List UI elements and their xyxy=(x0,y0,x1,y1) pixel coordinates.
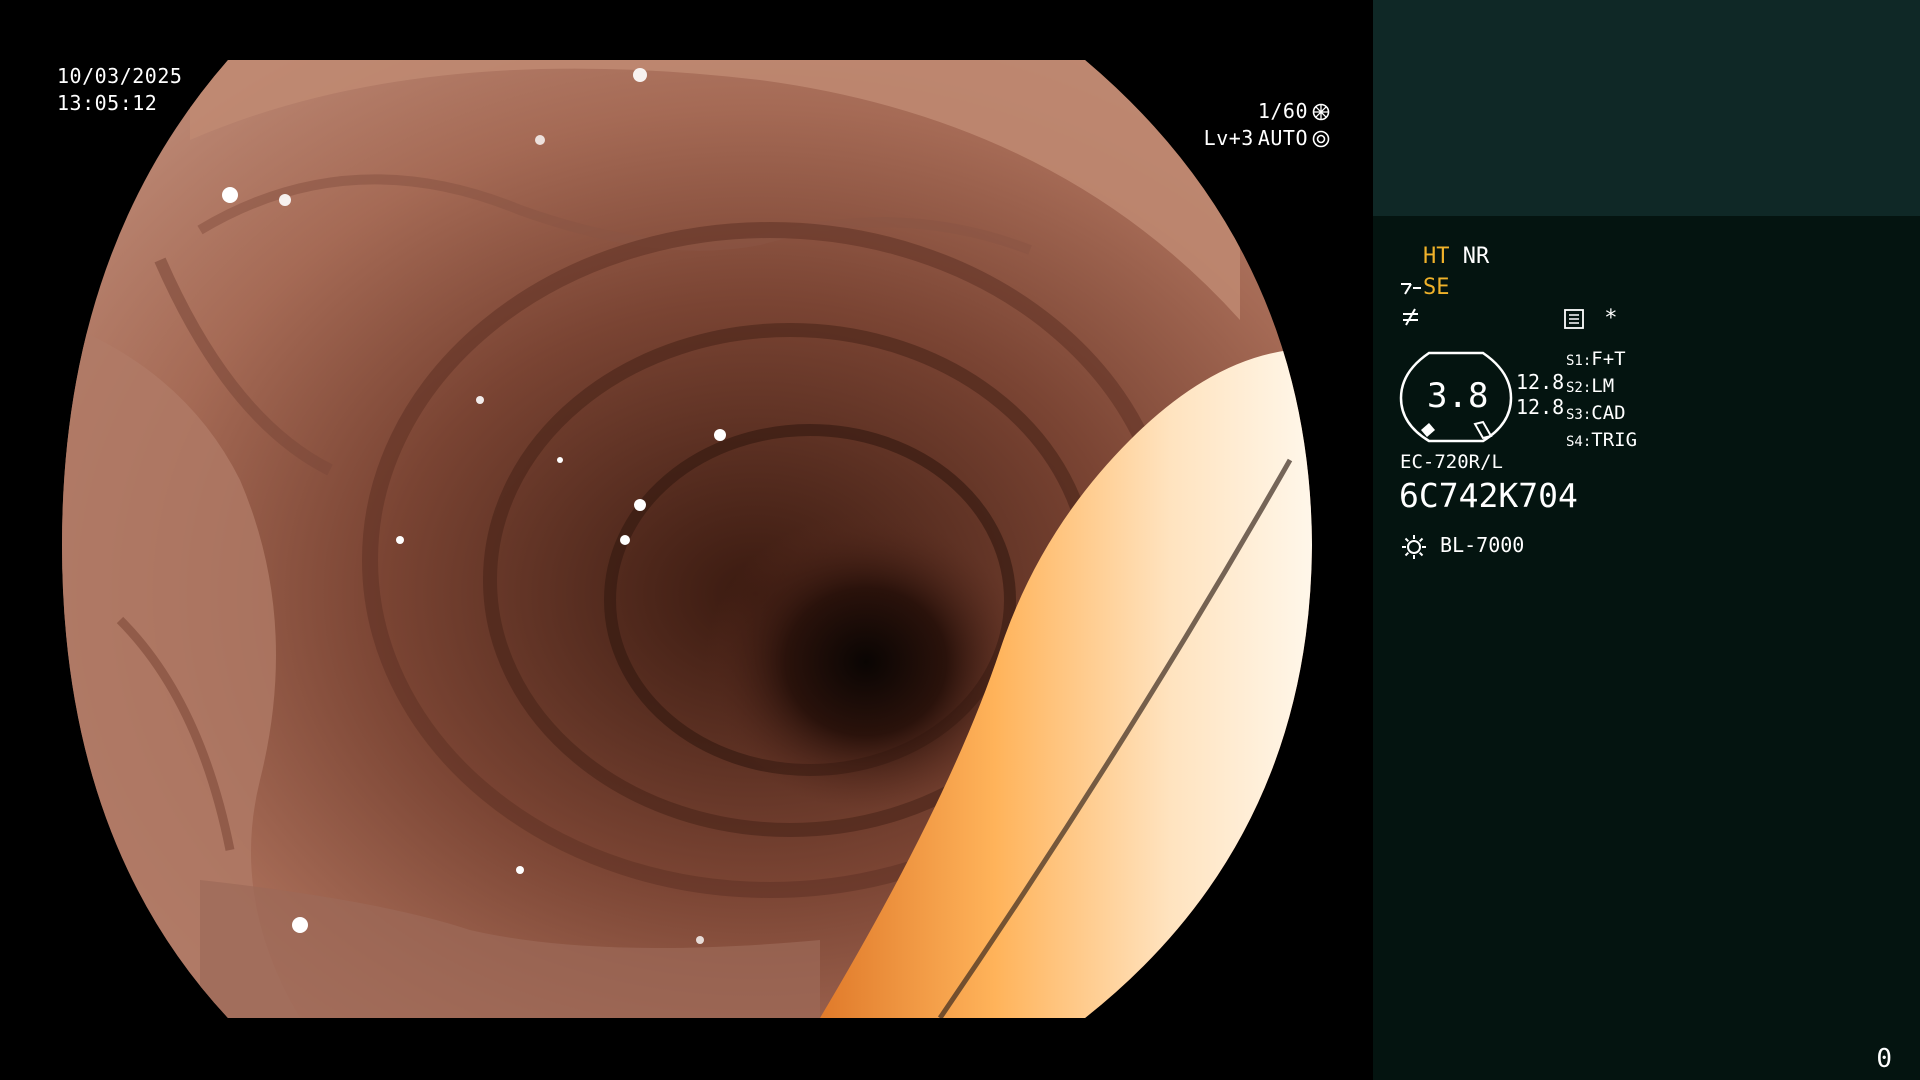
switch-key: S2: xyxy=(1566,380,1592,396)
switch-row: S1:F+T xyxy=(1566,347,1637,374)
brightness-level-text: Lv+3 xyxy=(1203,126,1254,150)
switch-key: S4: xyxy=(1566,434,1592,450)
switch-key: S1: xyxy=(1566,353,1592,369)
status-panel: HT NR SE * 3.8 12.8 12.8 S1:F+T S2:LM S3… xyxy=(1373,0,1920,1080)
endoscopic-image xyxy=(62,60,1312,1018)
switch-value: TRIG xyxy=(1591,429,1638,451)
scope-model: EC-720R/L xyxy=(1400,451,1503,473)
zoom-side-value-2: 12.8 xyxy=(1516,395,1565,419)
record-row: * xyxy=(1563,305,1618,333)
light-source-row: BL-7000 xyxy=(1400,531,1524,561)
switch-row: S4:TRIG xyxy=(1566,428,1637,455)
record-list-icon xyxy=(1564,309,1584,329)
switch-value: F+T xyxy=(1591,348,1626,370)
switch-value: LM xyxy=(1591,375,1615,397)
patient-info-box xyxy=(1373,0,1920,216)
mode-se: SE xyxy=(1423,275,1450,300)
asterisk-mark: * xyxy=(1604,306,1618,331)
mode-row-1: HT NR xyxy=(1423,243,1489,271)
not-equal-icon xyxy=(1403,308,1418,326)
mode-ht: HT xyxy=(1423,244,1450,269)
mode-nr: NR xyxy=(1462,244,1490,269)
scope-serial: 6C742K704 xyxy=(1399,476,1578,515)
zoom-side-value-1: 12.8 xyxy=(1516,370,1565,394)
frame-counter: 0 xyxy=(1876,1044,1892,1074)
zoom-value: 3.8 xyxy=(1427,376,1489,416)
light-source-text: BL-7000 xyxy=(1440,533,1525,557)
switch-key: S3: xyxy=(1566,407,1592,423)
mode-row-3 xyxy=(1400,303,1422,331)
time-text: 13:05:12 xyxy=(57,91,158,115)
date-text: 10/03/2025 xyxy=(57,64,183,88)
switch-assignments: S1:F+T S2:LM S3:CAD S4:TRIG xyxy=(1566,347,1637,455)
switch-row: S3:CAD xyxy=(1566,401,1637,428)
zoom-side-values: 12.8 12.8 xyxy=(1516,370,1564,420)
exposure-overlay: 1/60 Lv+3 AUTO xyxy=(1204,98,1330,152)
mode-row-2: SE xyxy=(1399,274,1450,302)
datetime-overlay: 10/03/2025 13:05:12 xyxy=(57,63,182,117)
light-source-icon xyxy=(1402,534,1426,559)
switch-row: S2:LM xyxy=(1566,374,1637,401)
iris-icon xyxy=(1312,130,1330,147)
shutter-icon xyxy=(1312,103,1330,120)
structure-enhance-icon xyxy=(1401,283,1421,295)
switch-value: CAD xyxy=(1591,402,1626,424)
shutter-speed-text: 1/60 xyxy=(1257,99,1308,123)
iris-mode-text: AUTO xyxy=(1257,126,1308,150)
endoscope-view: 10/03/2025 13:05:12 1/60 Lv+3 AUTO xyxy=(0,0,1373,1080)
